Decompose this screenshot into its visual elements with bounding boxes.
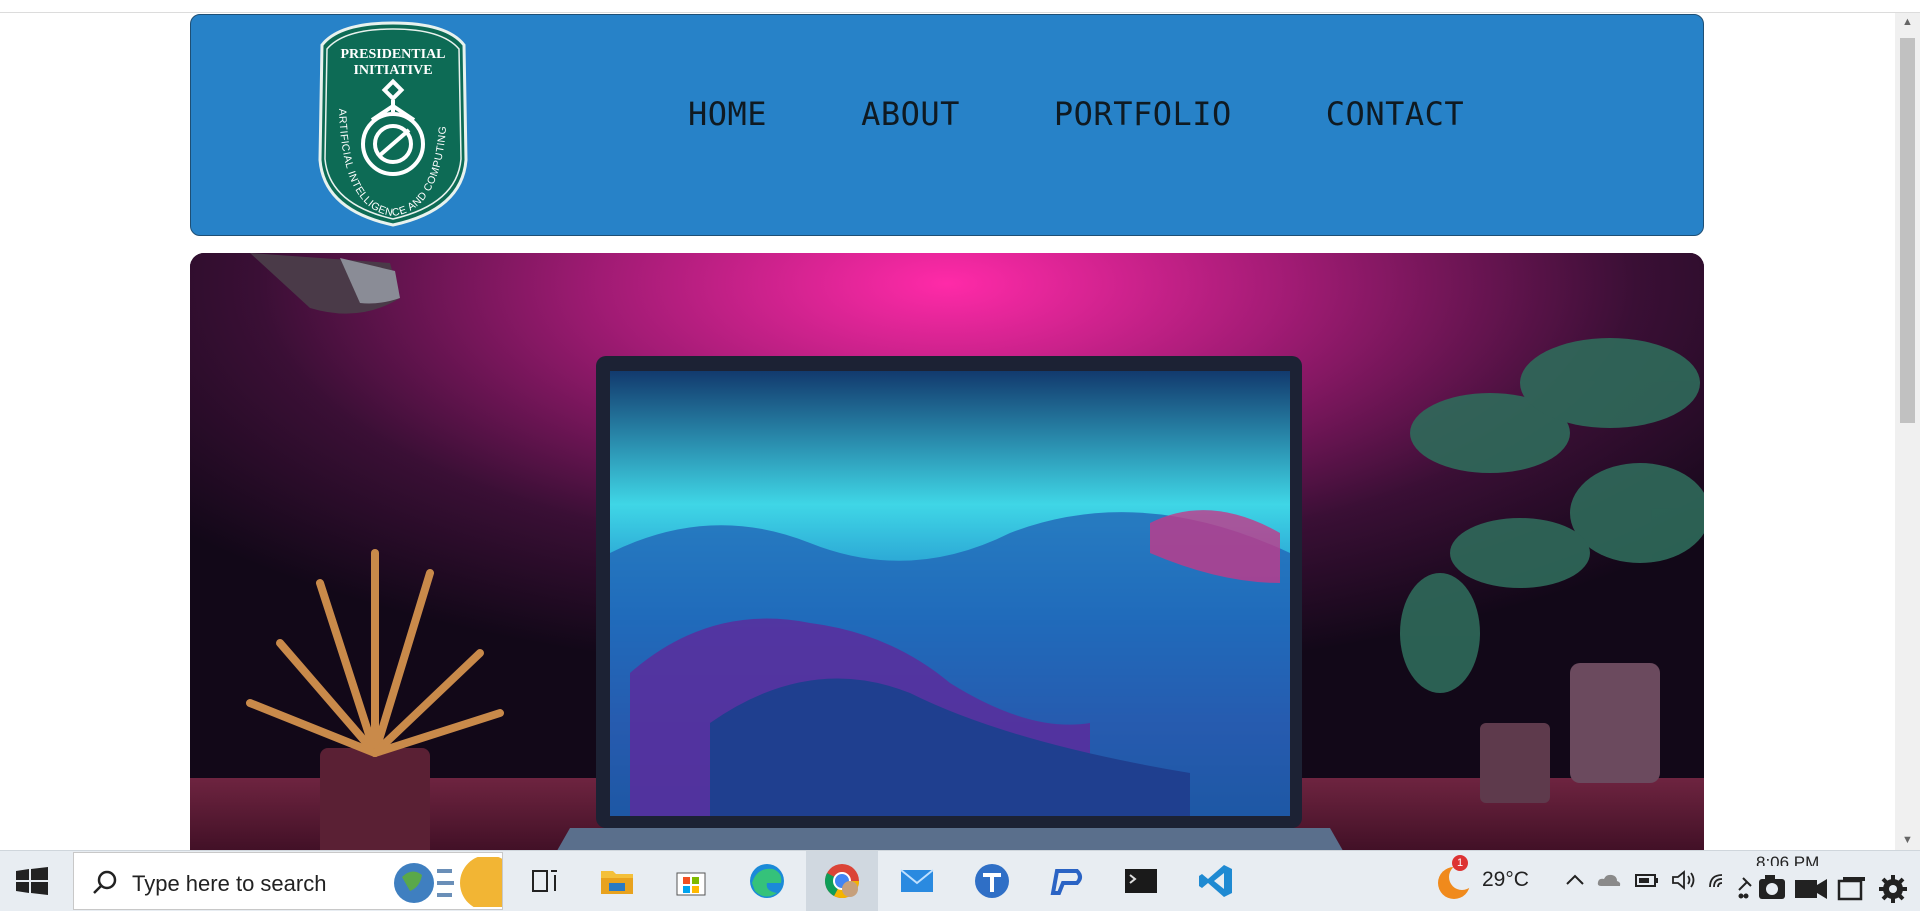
presidential-initiative-logo[interactable]: PRESIDENTIAL INITIATIVE ARTIFICIAL INTEL… (317, 20, 469, 228)
vscode-icon[interactable] (1196, 861, 1236, 901)
screen-capture-toolbar (1733, 866, 1920, 906)
chrome-icon[interactable] (822, 861, 862, 901)
video-camera-icon (1795, 879, 1827, 899)
search-icon (93, 870, 117, 894)
task-view-icon[interactable] (525, 861, 565, 901)
search-placeholder: Type here to search (132, 871, 327, 896)
hero-image (190, 253, 1704, 850)
web-page: PRESIDENTIAL INITIATIVE ARTIFICIAL INTEL… (0, 13, 1895, 850)
microsoft-store-icon[interactable] (671, 861, 711, 901)
mail-icon[interactable] (897, 861, 937, 901)
nav-contact-link[interactable]: CONTACT (1326, 95, 1464, 133)
page-scrollbar[interactable]: ▲ ▼ (1895, 13, 1920, 850)
gear-icon (1879, 875, 1907, 903)
file-explorer-icon[interactable] (597, 861, 637, 901)
windows-start-icon[interactable] (16, 867, 48, 895)
taskbar-search-box[interactable]: Type here to search (73, 852, 503, 910)
terminal-icon[interactable] (1121, 861, 1161, 901)
main-nav: HOME ABOUT PORTFOLIO CONTACT (688, 95, 1464, 133)
wifi-icon[interactable] (1706, 867, 1732, 893)
weather-badge: 1 (1452, 855, 1468, 871)
nav-portfolio-link[interactable]: PORTFOLIO (1054, 95, 1232, 133)
onedrive-cloud-icon[interactable] (1596, 867, 1622, 893)
browser-top-edge (0, 0, 1920, 13)
site-header: PRESIDENTIAL INITIATIVE ARTIFICIAL INTEL… (190, 14, 1704, 236)
weather-temperature[interactable]: 29°C (1482, 868, 1529, 892)
edge-icon[interactable] (747, 861, 787, 901)
scroll-up-arrow-icon[interactable]: ▲ (1901, 16, 1914, 29)
nav-home-link[interactable]: HOME (688, 95, 767, 133)
app-p-icon[interactable] (1047, 861, 1087, 901)
search-highlight-globe-icon (394, 857, 502, 907)
app-t-icon[interactable] (972, 861, 1012, 901)
speaker-icon[interactable] (1670, 867, 1696, 893)
chevron-up-icon[interactable] (1562, 867, 1588, 893)
scroll-down-arrow-icon[interactable]: ▼ (1901, 834, 1914, 847)
logo-text-line2: INITIATIVE (353, 63, 432, 78)
logo-text-line1: PRESIDENTIAL (340, 47, 445, 62)
windows-taskbar: Type here to search 1 29°C 8:06 PM (0, 850, 1920, 911)
nav-about-link[interactable]: ABOUT (861, 95, 960, 133)
battery-icon[interactable] (1634, 867, 1660, 893)
scrollbar-thumb[interactable] (1900, 38, 1915, 423)
